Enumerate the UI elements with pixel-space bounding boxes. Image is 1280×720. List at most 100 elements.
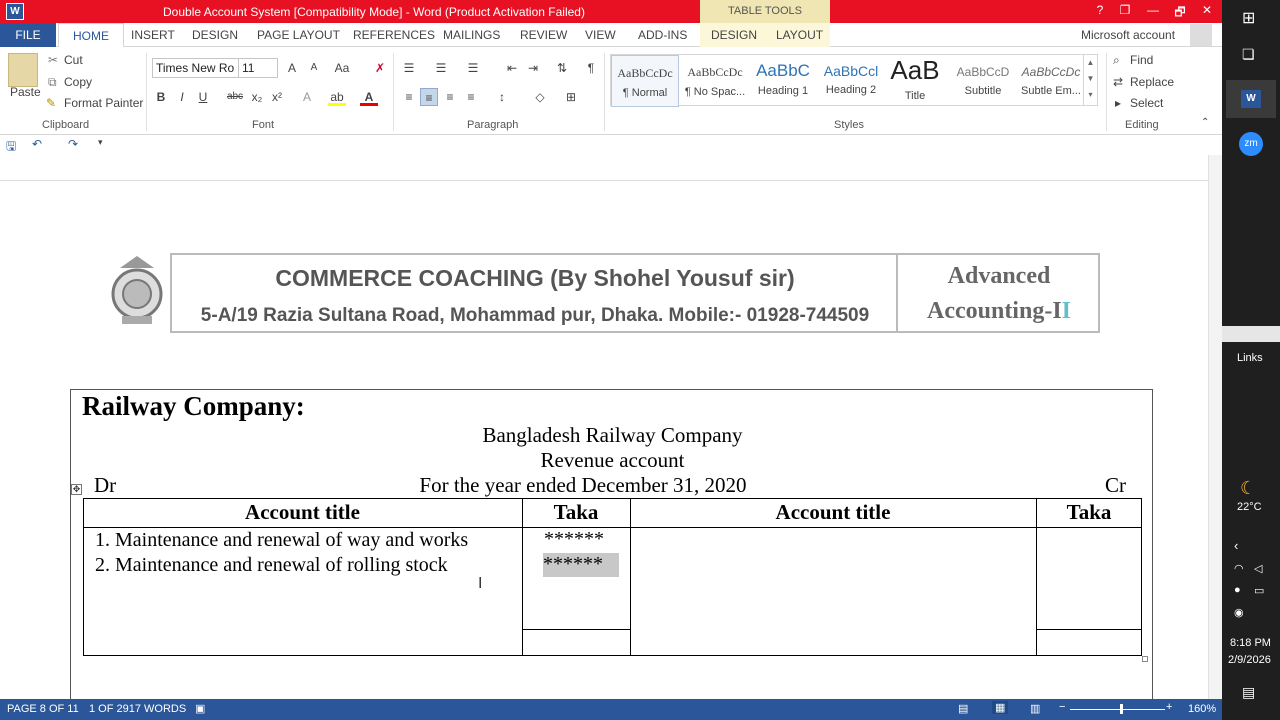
shrink-font-icon[interactable]: A bbox=[305, 59, 323, 77]
vertical-scrollbar[interactable] bbox=[1208, 155, 1222, 699]
windows-icon[interactable]: ⊞ bbox=[1242, 8, 1255, 28]
styles-scroll-icon[interactable]: ▲ ▼ ▾ bbox=[1083, 55, 1097, 105]
tab-table-layout[interactable]: LAYOUT bbox=[776, 28, 823, 42]
camera-icon[interactable]: ◉ bbox=[1234, 606, 1244, 619]
page-indicator[interactable]: PAGE 8 OF 11 bbox=[7, 703, 79, 715]
avatar[interactable] bbox=[1190, 24, 1212, 46]
tab-insert[interactable]: INSERT bbox=[131, 28, 175, 42]
word-taskbar-item[interactable]: W bbox=[1226, 80, 1276, 118]
text-effects-icon[interactable]: A bbox=[298, 88, 316, 106]
table-move-handle-icon[interactable]: ✥ bbox=[71, 484, 82, 495]
battery-icon[interactable]: ▭ bbox=[1254, 584, 1264, 597]
account-menu[interactable]: Microsoft account bbox=[1081, 28, 1175, 42]
tab-mailings[interactable]: MAILINGS bbox=[443, 28, 500, 42]
clock-date[interactable]: 2/9/2026 bbox=[1228, 654, 1271, 666]
bold-icon[interactable]: B bbox=[152, 88, 170, 106]
close-button[interactable]: ✕ bbox=[1197, 3, 1217, 17]
borders-icon[interactable]: ⊞ bbox=[562, 88, 580, 106]
word-count[interactable]: 1 OF 2917 WORDS bbox=[89, 703, 186, 715]
zoom-in-icon[interactable]: + bbox=[1166, 701, 1172, 713]
tab-table-design[interactable]: DESIGN bbox=[711, 28, 757, 42]
zoom-out-icon[interactable]: − bbox=[1059, 701, 1065, 713]
zoom-slider[interactable] bbox=[1070, 709, 1165, 710]
subscript-icon[interactable]: x₂ bbox=[248, 88, 266, 106]
web-layout-icon[interactable]: ▥ bbox=[1030, 702, 1040, 715]
table-row-2-title[interactable]: 2. Maintenance and renewal of rolling st… bbox=[95, 554, 448, 577]
line-spacing-icon[interactable]: ↕ bbox=[493, 88, 511, 106]
style-heading-1[interactable]: AaBbC Heading 1 bbox=[749, 55, 817, 107]
tab-home[interactable]: HOME bbox=[58, 23, 124, 48]
highlight-icon[interactable]: ab bbox=[328, 88, 346, 106]
grow-font-icon[interactable]: A bbox=[283, 59, 301, 77]
italic-icon[interactable]: I bbox=[173, 88, 191, 106]
undo-icon[interactable]: ↶ bbox=[32, 137, 42, 151]
strikethrough-icon[interactable]: abc bbox=[226, 88, 244, 106]
style-subtitle[interactable]: AaBbCcD Subtitle bbox=[949, 55, 1017, 107]
help-icon[interactable]: ? bbox=[1090, 3, 1110, 17]
tab-design[interactable]: DESIGN bbox=[192, 28, 238, 42]
table-resize-handle-icon[interactable] bbox=[1142, 656, 1148, 662]
volume-icon[interactable]: ◁ bbox=[1254, 562, 1262, 575]
select-button[interactable]: Select bbox=[1130, 96, 1163, 110]
redo-icon[interactable]: ↷ bbox=[68, 137, 78, 151]
tab-page-layout[interactable]: PAGE LAYOUT bbox=[257, 28, 340, 42]
restore-button[interactable]: 🗗 bbox=[1170, 3, 1190, 24]
ribbon-display-icon[interactable]: ❐ bbox=[1115, 3, 1135, 17]
align-right-icon[interactable]: ≡ bbox=[441, 88, 459, 106]
align-left-icon[interactable]: ≡ bbox=[400, 88, 418, 106]
copy-button[interactable]: Copy bbox=[64, 75, 92, 89]
zoom-level[interactable]: 160% bbox=[1188, 703, 1216, 715]
read-mode-icon[interactable]: ▤ bbox=[958, 702, 968, 715]
table-row-2-taka[interactable]: ****** bbox=[543, 553, 619, 577]
zoom-app-icon[interactable]: zm bbox=[1239, 132, 1263, 156]
find-button[interactable]: Find bbox=[1130, 53, 1153, 67]
clear-formatting-icon[interactable]: ✗ bbox=[371, 59, 389, 77]
tab-references[interactable]: REFERENCES bbox=[353, 28, 435, 42]
replace-button[interactable]: Replace bbox=[1130, 75, 1174, 89]
notifications-icon[interactable]: ▤ bbox=[1242, 684, 1255, 701]
increase-indent-icon[interactable]: ⇥ bbox=[524, 59, 542, 77]
font-color-icon[interactable]: A bbox=[360, 88, 378, 106]
table-row-1-title[interactable]: 1. Maintenance and renewal of way and wo… bbox=[95, 529, 468, 552]
numbering-icon[interactable]: ☰ bbox=[432, 59, 450, 77]
task-view-icon[interactable]: ❏ bbox=[1242, 46, 1255, 63]
align-center-icon[interactable]: ≡ bbox=[420, 88, 438, 106]
microphone-icon[interactable]: ● bbox=[1234, 584, 1241, 596]
tab-file[interactable]: FILE bbox=[0, 23, 56, 47]
links-toolbar[interactable]: Links bbox=[1237, 352, 1263, 364]
superscript-icon[interactable]: x² bbox=[268, 88, 286, 106]
customize-qat-icon[interactable]: ▾ bbox=[98, 137, 103, 148]
proofing-icon[interactable]: ▣ bbox=[195, 702, 205, 715]
network-icon[interactable]: ◠ bbox=[1234, 562, 1244, 575]
bullets-icon[interactable]: ☰ bbox=[400, 59, 418, 77]
cut-button[interactable]: Cut bbox=[64, 53, 83, 67]
show-marks-icon[interactable]: ¶ bbox=[582, 59, 600, 77]
clock-time[interactable]: 8:18 PM bbox=[1230, 637, 1271, 649]
decrease-indent-icon[interactable]: ⇤ bbox=[503, 59, 521, 77]
shading-icon[interactable]: ◇ bbox=[531, 88, 549, 106]
tab-add-ins[interactable]: ADD-INS bbox=[638, 28, 687, 42]
justify-icon[interactable]: ≡ bbox=[462, 88, 480, 106]
font-size-select[interactable]: 11 bbox=[238, 58, 278, 78]
word-app-icon[interactable]: W bbox=[6, 3, 24, 20]
style-heading-2[interactable]: AaBbCcl Heading 2 bbox=[817, 55, 885, 107]
temperature[interactable]: 22°C bbox=[1237, 501, 1262, 513]
paste-button[interactable]: Paste bbox=[10, 85, 41, 99]
style-subtle-emphasis[interactable]: AaBbCcDc Subtle Em... bbox=[1017, 55, 1085, 107]
tab-view[interactable]: VIEW bbox=[585, 28, 616, 42]
table-row-1-taka[interactable]: ****** bbox=[544, 528, 604, 551]
style-normal[interactable]: AaBbCcDc ¶ Normal bbox=[611, 55, 679, 107]
multilevel-list-icon[interactable]: ☰ bbox=[464, 59, 482, 77]
zoom-slider-thumb[interactable] bbox=[1120, 704, 1123, 714]
links-scrollbar[interactable] bbox=[1222, 326, 1280, 342]
style-title[interactable]: AaB Title bbox=[881, 55, 949, 107]
collapse-ribbon-icon[interactable]: ⌃ bbox=[1201, 117, 1209, 128]
print-layout-icon[interactable]: ▦ bbox=[992, 701, 1009, 714]
font-name-select[interactable]: Times New Ro bbox=[152, 58, 240, 78]
style-no-spacing[interactable]: AaBbCcDc ¶ No Spac... bbox=[681, 55, 749, 107]
minimize-button[interactable]: — bbox=[1143, 3, 1163, 17]
tab-review[interactable]: REVIEW bbox=[520, 28, 567, 42]
document-area[interactable]: COMMERCE COACHING (By Shohel Yousuf sir)… bbox=[0, 155, 1208, 699]
change-case-icon[interactable]: Aa bbox=[333, 59, 351, 77]
paste-icon[interactable] bbox=[8, 53, 38, 87]
